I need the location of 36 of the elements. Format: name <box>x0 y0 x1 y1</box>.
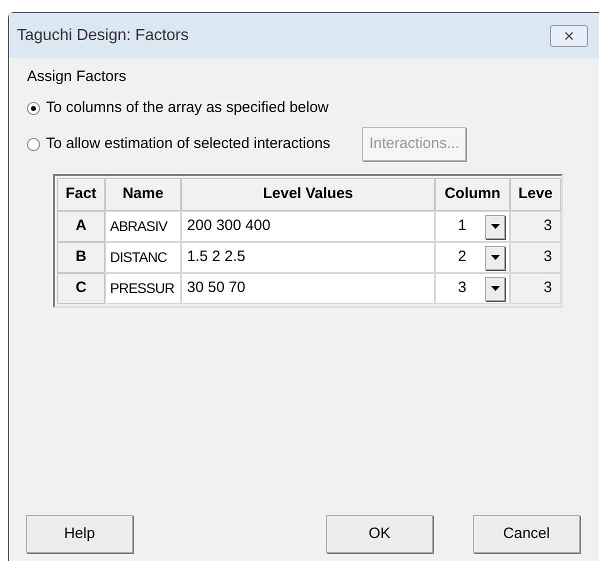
close-button[interactable]: × <box>550 24 588 46</box>
column-value: 2 <box>458 247 466 268</box>
radio-label: To allow estimation of selected interactions <box>46 134 330 154</box>
table-cell: 1.5 2 2.5 <box>181 242 435 273</box>
caret-icon <box>490 255 500 260</box>
window-title: Taguchi Design: Factors <box>17 26 189 46</box>
table-cell: DISTANC <box>105 242 181 273</box>
column-header: Name <box>105 178 181 211</box>
row-header: C <box>57 273 105 304</box>
table-cell: 3 <box>510 211 561 242</box>
caret-icon <box>490 286 500 291</box>
table-cell: 200 300 400 <box>181 211 435 242</box>
column-header: Fact <box>57 178 105 211</box>
table-cell: ABRASIV <box>105 211 181 242</box>
help-button[interactable]: Help <box>26 515 133 553</box>
table-cell: PRESSUR <box>105 273 181 304</box>
column-header: Leve <box>510 178 561 211</box>
table-cell: 3 <box>510 273 561 304</box>
column-header: Level Values <box>181 178 435 211</box>
caret-icon <box>490 224 500 229</box>
column-value: 3 <box>458 278 466 298</box>
column-value: 1 <box>458 216 466 236</box>
ok-button[interactable]: OK <box>326 515 433 553</box>
dropdown-button[interactable] <box>485 276 505 300</box>
cancel-button[interactable]: Cancel <box>473 515 580 553</box>
dropdown-button[interactable] <box>485 214 505 238</box>
column-header: Column <box>435 178 510 211</box>
group-label: Assign Factors <box>27 67 128 87</box>
radio-button[interactable] <box>27 138 40 150</box>
dropdown-button[interactable] <box>485 246 505 270</box>
radio-label: To columns of the array as specified below <box>46 98 329 118</box>
table-cell: 30 50 70 <box>181 273 435 304</box>
radio-button[interactable] <box>27 102 40 114</box>
table-cell: 3 <box>510 242 561 273</box>
row-header: B <box>57 242 105 273</box>
row-header: A <box>57 211 105 242</box>
